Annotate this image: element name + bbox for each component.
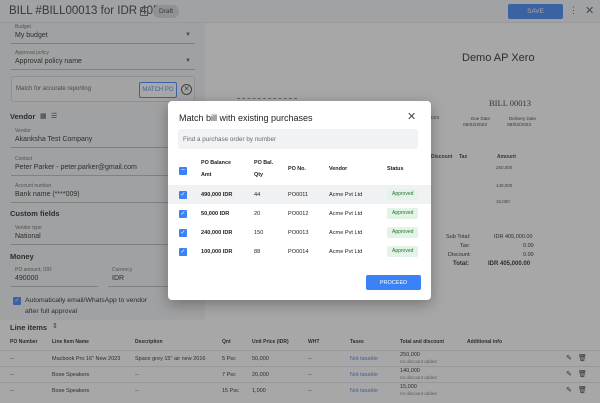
status-badge: Approved xyxy=(387,246,419,257)
po-search-input[interactable] xyxy=(178,129,418,149)
po-balance: 50,000 IDR xyxy=(201,211,230,217)
row-checkbox[interactable]: ✓ xyxy=(179,210,187,218)
po-number: PO0012 xyxy=(288,211,309,217)
po-qty: 20 xyxy=(254,211,261,217)
column-header-vendor: Vendor xyxy=(329,166,348,172)
po-vendor: Acme Pvt Ltd xyxy=(329,249,363,255)
column-header-status: Status xyxy=(387,166,404,172)
po-balance: 240,000 IDR xyxy=(201,230,233,236)
po-vendor: Acme Pvt Ltd xyxy=(329,230,363,236)
status-badge: Approved xyxy=(387,189,419,200)
proceed-button[interactable]: PROCEED xyxy=(366,275,421,290)
modal-title: Match bill with existing purchases xyxy=(179,113,313,123)
po-row[interactable]: ✓ 100,000 IDR 88 PO0014 Acme Pvt Ltd App… xyxy=(168,242,431,261)
po-qty: 150 xyxy=(254,230,264,236)
po-row[interactable]: ✓ 240,000 IDR 150 PO0013 Acme Pvt Ltd Ap… xyxy=(168,223,431,242)
po-vendor: Acme Pvt Ltd xyxy=(329,211,363,217)
select-all-checkbox[interactable]: − xyxy=(179,167,187,175)
row-checkbox[interactable]: ✓ xyxy=(179,191,187,199)
status-badge: Approved xyxy=(387,208,419,219)
row-checkbox[interactable]: ✓ xyxy=(179,248,187,256)
po-balance: 490,000 IDR xyxy=(201,192,233,198)
po-number: PO0014 xyxy=(288,249,309,255)
po-row[interactable]: ✓ 490,000 IDR 44 PO0011 Acme Pvt Ltd App… xyxy=(168,185,431,204)
po-row[interactable]: ✓ 50,000 IDR 20 PO0012 Acme Pvt Ltd Appr… xyxy=(168,204,431,223)
po-number: PO0013 xyxy=(288,230,309,236)
column-header-po-no: PO No. xyxy=(288,166,306,172)
po-vendor: Acme Pvt Ltd xyxy=(329,192,363,198)
po-qty: 88 xyxy=(254,249,261,255)
po-balance: 100,000 IDR xyxy=(201,249,233,255)
close-icon[interactable]: ✕ xyxy=(407,110,416,123)
po-qty: 44 xyxy=(254,192,261,198)
row-checkbox[interactable]: ✓ xyxy=(179,229,187,237)
column-header-balance: PO Balance Amt xyxy=(201,160,231,178)
column-header-qty: PO Bal. Qty xyxy=(254,160,274,178)
match-po-modal: Match bill with existing purchases ✕ − P… xyxy=(168,101,431,300)
status-badge: Approved xyxy=(387,227,419,238)
po-number: PO0011 xyxy=(288,192,309,198)
